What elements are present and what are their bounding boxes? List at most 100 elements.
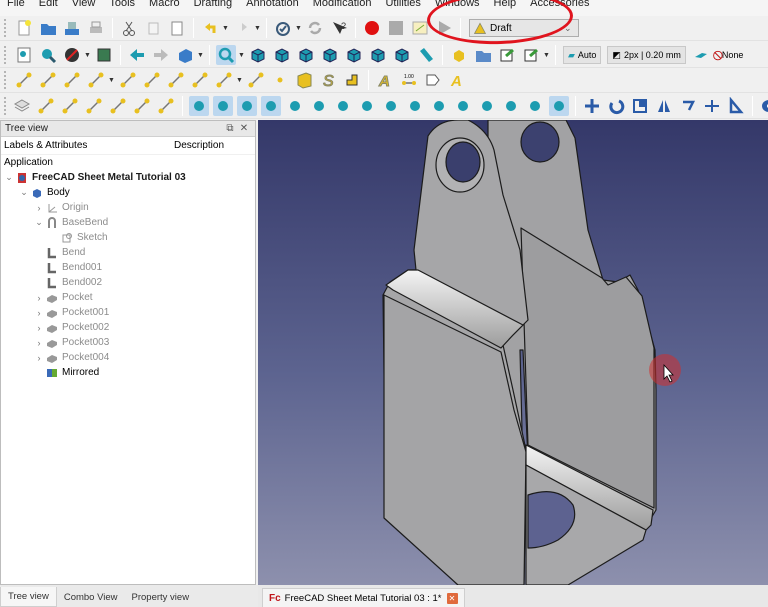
tree-item[interactable]: Bend — [1, 245, 255, 260]
snap-near-icon[interactable] — [429, 96, 449, 116]
tree-item[interactable]: › Pocket002 — [1, 320, 255, 335]
tree-item[interactable]: › Pocket — [1, 290, 255, 305]
visibility-icon[interactable] — [759, 96, 768, 116]
part-icon[interactable] — [449, 45, 469, 65]
snap-endpoint-icon[interactable] — [213, 96, 233, 116]
tab-tree-view[interactable]: Tree view — [0, 587, 57, 607]
toolbar-grip[interactable] — [4, 71, 8, 89]
close-tab-icon[interactable]: ✕ — [446, 592, 458, 604]
clone-icon[interactable] — [132, 96, 152, 116]
new-file-icon[interactable] — [14, 18, 34, 38]
float-panel-icon[interactable]: ⧉ — [223, 123, 237, 134]
snap-midpoint-icon[interactable] — [237, 96, 257, 116]
macro-run-icon[interactable] — [434, 18, 454, 38]
mirror-icon[interactable] — [654, 96, 674, 116]
polyline-icon[interactable] — [38, 70, 58, 90]
facebinder-icon[interactable] — [294, 70, 314, 90]
redo-icon[interactable] — [232, 18, 252, 38]
scale-icon[interactable] — [630, 96, 650, 116]
tree-item[interactable]: Sketch — [1, 230, 255, 245]
chevron-down-icon[interactable]: ⌄ — [19, 187, 29, 198]
tree-item[interactable]: › Pocket003 — [1, 335, 255, 350]
menu-annotation[interactable]: Annotation — [239, 0, 306, 9]
link-sub-dropdown-arrow[interactable]: ▼ — [543, 45, 550, 65]
select-group-icon[interactable] — [84, 96, 104, 116]
tab-combo-view[interactable]: Combo View — [57, 587, 125, 607]
snap-center-icon[interactable] — [261, 96, 281, 116]
stretch-icon[interactable] — [702, 96, 722, 116]
macro-edit-icon[interactable] — [410, 18, 430, 38]
snap-auto-button[interactable]: ▰ Auto — [563, 46, 602, 64]
link-icon[interactable] — [497, 45, 517, 65]
wire-to-spline-icon[interactable] — [108, 96, 128, 116]
view-bottom-icon[interactable] — [368, 45, 388, 65]
arc-icon[interactable] — [86, 70, 106, 90]
dimension-icon[interactable]: 1.00 — [399, 70, 419, 90]
3d-viewport[interactable] — [258, 120, 768, 585]
fillet-icon[interactable] — [62, 70, 82, 90]
tree-item[interactable]: ⌄ Body — [1, 185, 255, 200]
column-labels-header[interactable]: Labels & Attributes — [4, 140, 174, 151]
chevron-down-icon[interactable]: ⌄ — [4, 172, 14, 183]
view-top-icon[interactable] — [296, 45, 316, 65]
draw-style-icon[interactable] — [62, 45, 82, 65]
snap-extension-icon[interactable] — [357, 96, 377, 116]
construction-mode-icon[interactable] — [691, 45, 711, 65]
snap-dimensions-icon[interactable] — [525, 96, 545, 116]
view-front-icon[interactable] — [272, 45, 292, 65]
print-icon[interactable] — [86, 18, 106, 38]
menu-modification[interactable]: Modification — [306, 0, 379, 9]
std-views-dropdown-arrow[interactable]: ▼ — [197, 45, 204, 65]
menu-view[interactable]: View — [65, 0, 103, 9]
chevron-right-icon[interactable]: › — [34, 323, 44, 333]
tree-item[interactable]: Bend002 — [1, 275, 255, 290]
snap-intersection-icon[interactable] — [309, 96, 329, 116]
bspline-icon[interactable] — [214, 70, 234, 90]
sheet-metal-part[interactable] — [258, 120, 768, 585]
snap-lock-icon[interactable] — [189, 96, 209, 116]
group-icon[interactable] — [473, 45, 493, 65]
undo-icon[interactable] — [200, 18, 220, 38]
chevron-right-icon[interactable]: › — [34, 353, 44, 363]
snap-angle-icon[interactable] — [285, 96, 305, 116]
menu-help[interactable]: Help — [487, 0, 524, 9]
snap-perpendicular-icon[interactable] — [333, 96, 353, 116]
menu-utilities[interactable]: Utilities — [378, 0, 427, 9]
autogroup-none-button[interactable]: ⃠None — [716, 46, 748, 64]
tree-item[interactable]: › Pocket001 — [1, 305, 255, 320]
trim-icon[interactable] — [726, 96, 746, 116]
fit-all-icon[interactable] — [14, 45, 34, 65]
redo-dropdown-arrow[interactable]: ▼ — [254, 18, 261, 38]
menu-tools[interactable]: Tools — [102, 0, 142, 9]
rectangle-icon[interactable] — [166, 70, 186, 90]
line-icon[interactable] — [14, 70, 34, 90]
tree-item[interactable]: › Origin — [1, 200, 255, 215]
arc-dropdown-arrow[interactable]: ▼ — [108, 70, 115, 90]
label-icon[interactable] — [423, 70, 443, 90]
refresh-check-icon[interactable] — [273, 18, 293, 38]
measure-icon[interactable] — [416, 45, 436, 65]
fit-selection-icon[interactable] — [38, 45, 58, 65]
hatch-icon[interactable] — [342, 70, 362, 90]
tree-item[interactable]: › Pocket004 — [1, 350, 255, 365]
tree-item[interactable]: ⌄ FreeCAD Sheet Metal Tutorial 03 — [1, 170, 255, 185]
rotate-icon[interactable] — [606, 96, 626, 116]
bounding-box-icon[interactable] — [94, 45, 114, 65]
chevron-right-icon[interactable]: › — [34, 338, 44, 348]
menu-windows[interactable]: Windows — [428, 0, 487, 9]
column-description-header[interactable]: Description — [174, 140, 224, 151]
snap-ortho-icon[interactable] — [453, 96, 473, 116]
cut-icon[interactable] — [119, 18, 139, 38]
toolbar-grip[interactable] — [4, 19, 8, 37]
snap-grid-toggle-icon[interactable] — [549, 96, 569, 116]
move-icon[interactable] — [582, 96, 602, 116]
save-icon[interactable] — [62, 18, 82, 38]
close-panel-icon[interactable]: ✕ — [237, 123, 251, 134]
copy-icon[interactable] — [143, 18, 163, 38]
view-right-icon[interactable] — [320, 45, 340, 65]
manage-layers-icon[interactable] — [36, 96, 56, 116]
annotation-style-icon[interactable]: A — [447, 70, 467, 90]
ellipse-icon[interactable] — [142, 70, 162, 90]
document-tab[interactable]: Fc FreeCAD Sheet Metal Tutorial 03 : 1* … — [262, 588, 465, 607]
chevron-right-icon[interactable]: › — [34, 203, 44, 213]
